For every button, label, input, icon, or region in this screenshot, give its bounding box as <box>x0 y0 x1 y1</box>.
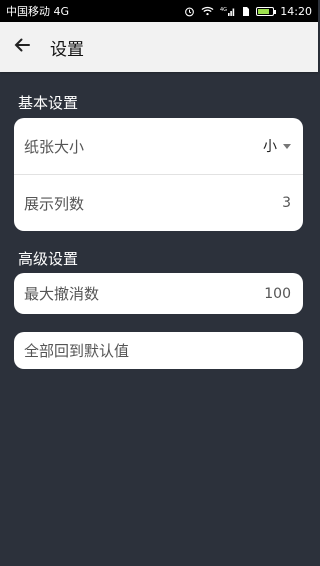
svg-text:4G: 4G <box>220 7 227 13</box>
carrier-label: 中国移动 4G <box>6 5 70 18</box>
signal-icon: 4G <box>220 6 236 17</box>
display-columns-label: 展示列数 <box>24 194 85 213</box>
battery-icon <box>256 6 277 16</box>
max-undo-label: 最大撤消数 <box>24 285 100 303</box>
reset-card: 全部回到默认值 <box>14 332 303 369</box>
paper-size-value: 小 <box>263 139 277 155</box>
display-columns-row[interactable]: 展示列数 3 <box>14 174 303 231</box>
status-icons: 4G 14:20 <box>184 5 312 18</box>
chevron-down-icon <box>283 143 291 149</box>
max-undo-row[interactable]: 最大撤消数 100 <box>14 273 303 314</box>
paper-size-row[interactable]: 纸张大小 小 <box>14 118 303 174</box>
arrow-left-icon <box>13 37 31 57</box>
paper-size-select[interactable]: 小 <box>263 136 291 156</box>
display-columns-value: 3 <box>282 195 291 211</box>
sim-icon <box>242 6 250 17</box>
status-bar: 中国移动 4G 4G 14:20 <box>0 0 318 22</box>
basic-settings-card: 纸张大小 小 展示列数 3 <box>14 118 303 231</box>
reset-defaults-label: 全部回到默认值 <box>24 342 130 360</box>
status-time: 14:20 <box>280 4 312 18</box>
section-title-basic: 基本设置 <box>18 94 79 112</box>
section-title-advanced: 高级设置 <box>18 250 79 268</box>
app-bar: 设置 <box>0 22 318 72</box>
wifi-icon <box>201 6 214 16</box>
max-undo-value: 100 <box>264 285 291 302</box>
alarm-icon <box>184 6 195 17</box>
back-button[interactable] <box>0 22 44 72</box>
advanced-settings-card: 最大撤消数 100 <box>14 273 303 314</box>
paper-size-label: 纸张大小 <box>24 137 85 156</box>
reset-defaults-button[interactable]: 全部回到默认值 <box>14 332 303 369</box>
page-title: 设置 <box>50 39 84 60</box>
